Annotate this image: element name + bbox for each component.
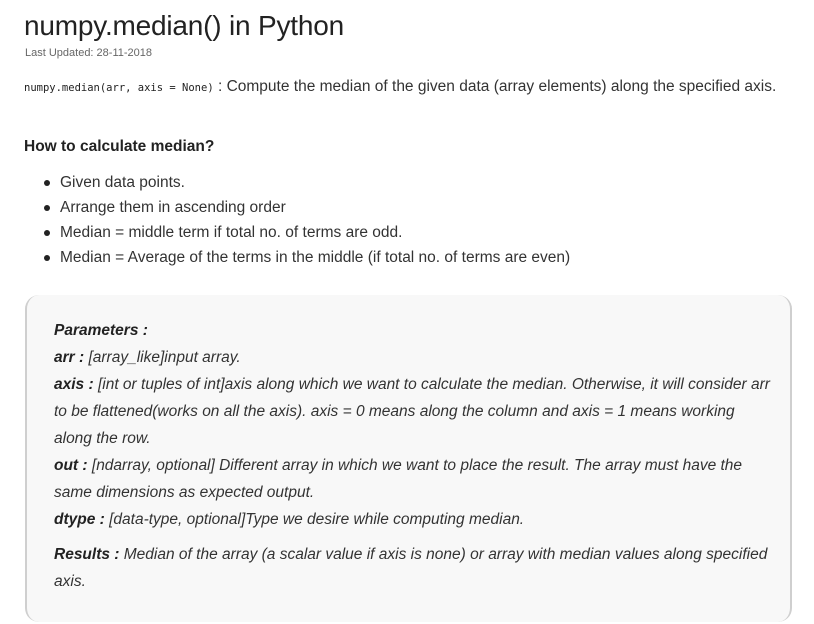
param-desc: [array_like]input array. [84, 349, 241, 366]
list-item: Median = Average of the terms in the mid… [24, 247, 570, 272]
param-name: out : [54, 457, 88, 474]
list-item: Median = middle term if total no. of ter… [24, 222, 570, 247]
parameters-heading: Parameters : [54, 322, 148, 339]
list-item: Given data points. [24, 172, 570, 197]
param-desc: [int or tuples of int]axis along which w… [54, 376, 770, 447]
param-name: dtype : [54, 511, 105, 528]
param-out: out : [ndarray, optional] Different arra… [54, 452, 774, 506]
param-name: arr : [54, 349, 85, 366]
last-updated-date: Last Updated: 28-11-2018 [25, 47, 152, 59]
param-desc: [data-type, optional]Type we desire whil… [104, 511, 525, 528]
article-page: numpy.median() in Python Last Updated: 2… [0, 0, 814, 624]
function-description: numpy.median(arr, axis = None) : Compute… [24, 73, 784, 102]
parameters-box: Parameters : arr : [array_like]input arr… [25, 295, 792, 622]
section-heading: How to calculate median? [24, 138, 215, 155]
parameters-content: Parameters : arr : [array_like]input arr… [54, 317, 774, 595]
param-arr: arr : [array_like]input array. [54, 344, 774, 371]
list-item: Arrange them in ascending order [24, 197, 570, 222]
param-desc: [ndarray, optional] Different array in w… [54, 457, 743, 501]
param-name: axis : [54, 376, 94, 393]
param-axis: axis : [int or tuples of int]axis along … [54, 371, 774, 452]
function-signature: numpy.median(arr, axis = None) [24, 82, 214, 94]
results-desc: Median of the array (a scalar value if a… [54, 546, 768, 590]
description-text: Compute the median of the given data (ar… [226, 78, 777, 95]
steps-list: Given data points. Arrange them in ascen… [24, 172, 570, 272]
param-dtype: dtype : [data-type, optional]Type we des… [54, 506, 774, 533]
signature-separator: : [213, 78, 227, 95]
results-label: Results : [54, 546, 120, 563]
page-title: numpy.median() in Python [24, 10, 344, 41]
results-text: Results : Median of the array (a scalar … [54, 541, 774, 595]
